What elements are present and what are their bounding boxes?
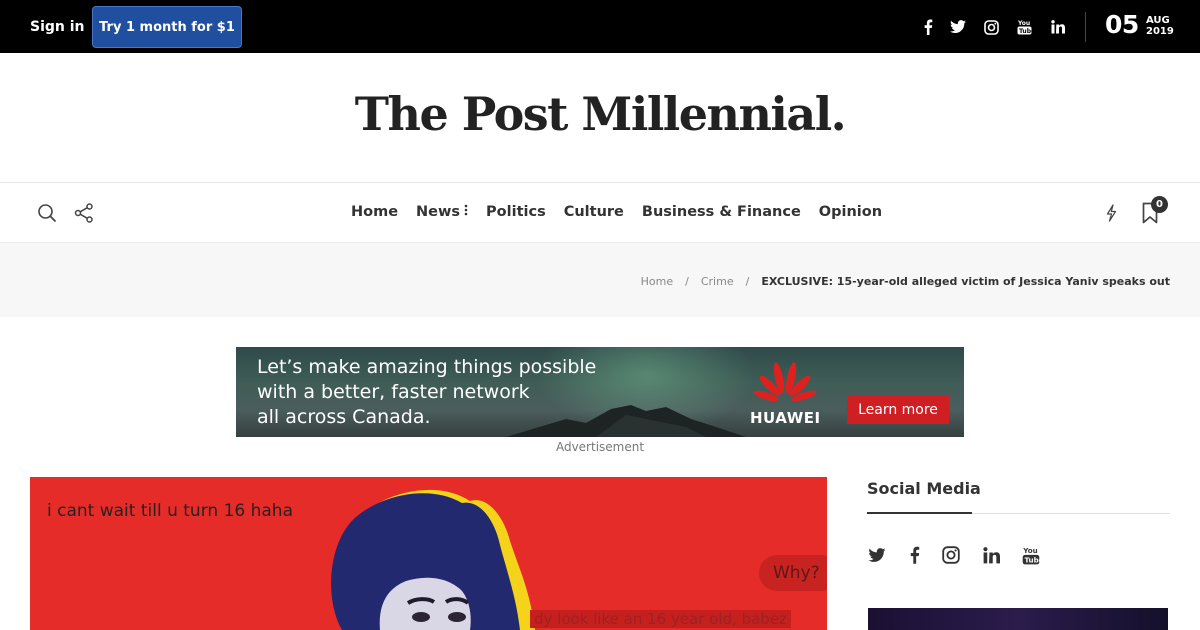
site-logo[interactable]: The Post Millennial. xyxy=(0,87,1200,141)
instagram-icon[interactable] xyxy=(940,545,962,565)
twitter-icon[interactable] xyxy=(947,17,969,37)
breadcrumb-separator: / xyxy=(745,275,750,288)
trial-subscribe-button[interactable]: Try 1 month for $1 xyxy=(92,6,242,48)
ad-headline-2: with a better, faster network xyxy=(257,381,530,403)
date-year: 2019 xyxy=(1146,26,1174,37)
ad-brand: HUAWEI xyxy=(750,409,821,427)
svg-text:You: You xyxy=(1017,20,1030,27)
nav-item-politics[interactable]: Politics xyxy=(486,204,546,220)
learn-more-button[interactable]: Learn more xyxy=(847,395,949,424)
date-day: 05 xyxy=(1105,10,1139,39)
hero-image-caption: i cant wait till u turn 16 haha xyxy=(47,501,293,521)
search-icon[interactable] xyxy=(37,203,57,227)
instagram-icon[interactable] xyxy=(980,17,1002,37)
twitter-icon[interactable] xyxy=(866,545,888,565)
facebook-icon[interactable] xyxy=(917,17,939,37)
youtube-icon[interactable]: YouTube xyxy=(1013,17,1035,37)
nav-menu: Home News Politics Culture Business & Fi… xyxy=(351,204,882,220)
lightning-icon[interactable] xyxy=(1104,204,1118,226)
topbar-divider xyxy=(1085,12,1086,42)
advertisement-label: Advertisement xyxy=(555,440,645,454)
sidebar-title-underline xyxy=(867,512,972,514)
svg-text:Tube: Tube xyxy=(1024,555,1040,564)
linkedin-icon[interactable] xyxy=(980,545,1002,565)
hero-image-chat-text: dy look like an 16 year old, babez xyxy=(530,610,791,628)
date-month-year: AUG 2019 xyxy=(1146,15,1174,37)
article-hero-image[interactable]: i cant wait till u turn 16 haha Why? dy … xyxy=(30,477,827,630)
sidebar-title: Social Media xyxy=(867,479,981,498)
breadcrumb: Home / Crime / EXCLUSIVE: 15-year-old al… xyxy=(641,275,1170,288)
share-icon[interactable] xyxy=(74,203,94,227)
breadcrumb-current: EXCLUSIVE: 15-year-old alleged victim of… xyxy=(761,275,1170,288)
youtube-icon[interactable]: YouTube xyxy=(1020,545,1042,565)
top-bar: Sign in Try 1 month for $1 YouTube 05 AU… xyxy=(0,0,1200,53)
breadcrumb-separator: / xyxy=(685,275,689,288)
facebook-icon[interactable] xyxy=(903,545,925,565)
huawei-logo-icon xyxy=(753,362,817,402)
bookmark-count-badge: 0 xyxy=(1151,196,1168,213)
ad-headline-3: all across Canada. xyxy=(257,406,431,428)
breadcrumb-category[interactable]: Crime xyxy=(701,275,734,288)
date-month: AUG xyxy=(1146,15,1170,26)
chat-bubble-text: Why? xyxy=(773,563,820,583)
nav-item-business-finance[interactable]: Business & Finance xyxy=(642,204,801,220)
main-navigation: Home News Politics Culture Business & Fi… xyxy=(0,183,1200,243)
nav-item-news-label: News xyxy=(416,204,461,220)
sidebar-promo-image[interactable] xyxy=(868,608,1168,630)
nav-item-opinion[interactable]: Opinion xyxy=(819,204,882,220)
breadcrumb-bar: Home / Crime / EXCLUSIVE: 15-year-old al… xyxy=(0,243,1200,317)
more-vertical-icon xyxy=(464,204,468,220)
linkedin-icon[interactable] xyxy=(1047,17,1069,37)
advertisement-banner[interactable]: Let’s make amazing things possible with … xyxy=(236,347,964,437)
nav-item-home[interactable]: Home xyxy=(351,204,398,220)
masthead: The Post Millennial. xyxy=(0,53,1200,183)
nav-item-news[interactable]: News xyxy=(416,204,468,220)
ad-headline-1: Let’s make amazing things possible xyxy=(257,356,597,378)
nav-item-culture[interactable]: Culture xyxy=(564,204,624,220)
svg-text:Tube: Tube xyxy=(1019,28,1032,35)
breadcrumb-home[interactable]: Home xyxy=(641,275,673,288)
sign-in-link[interactable]: Sign in xyxy=(30,19,85,35)
svg-text:You: You xyxy=(1022,546,1037,555)
hero-portrait-graphic xyxy=(331,489,535,630)
